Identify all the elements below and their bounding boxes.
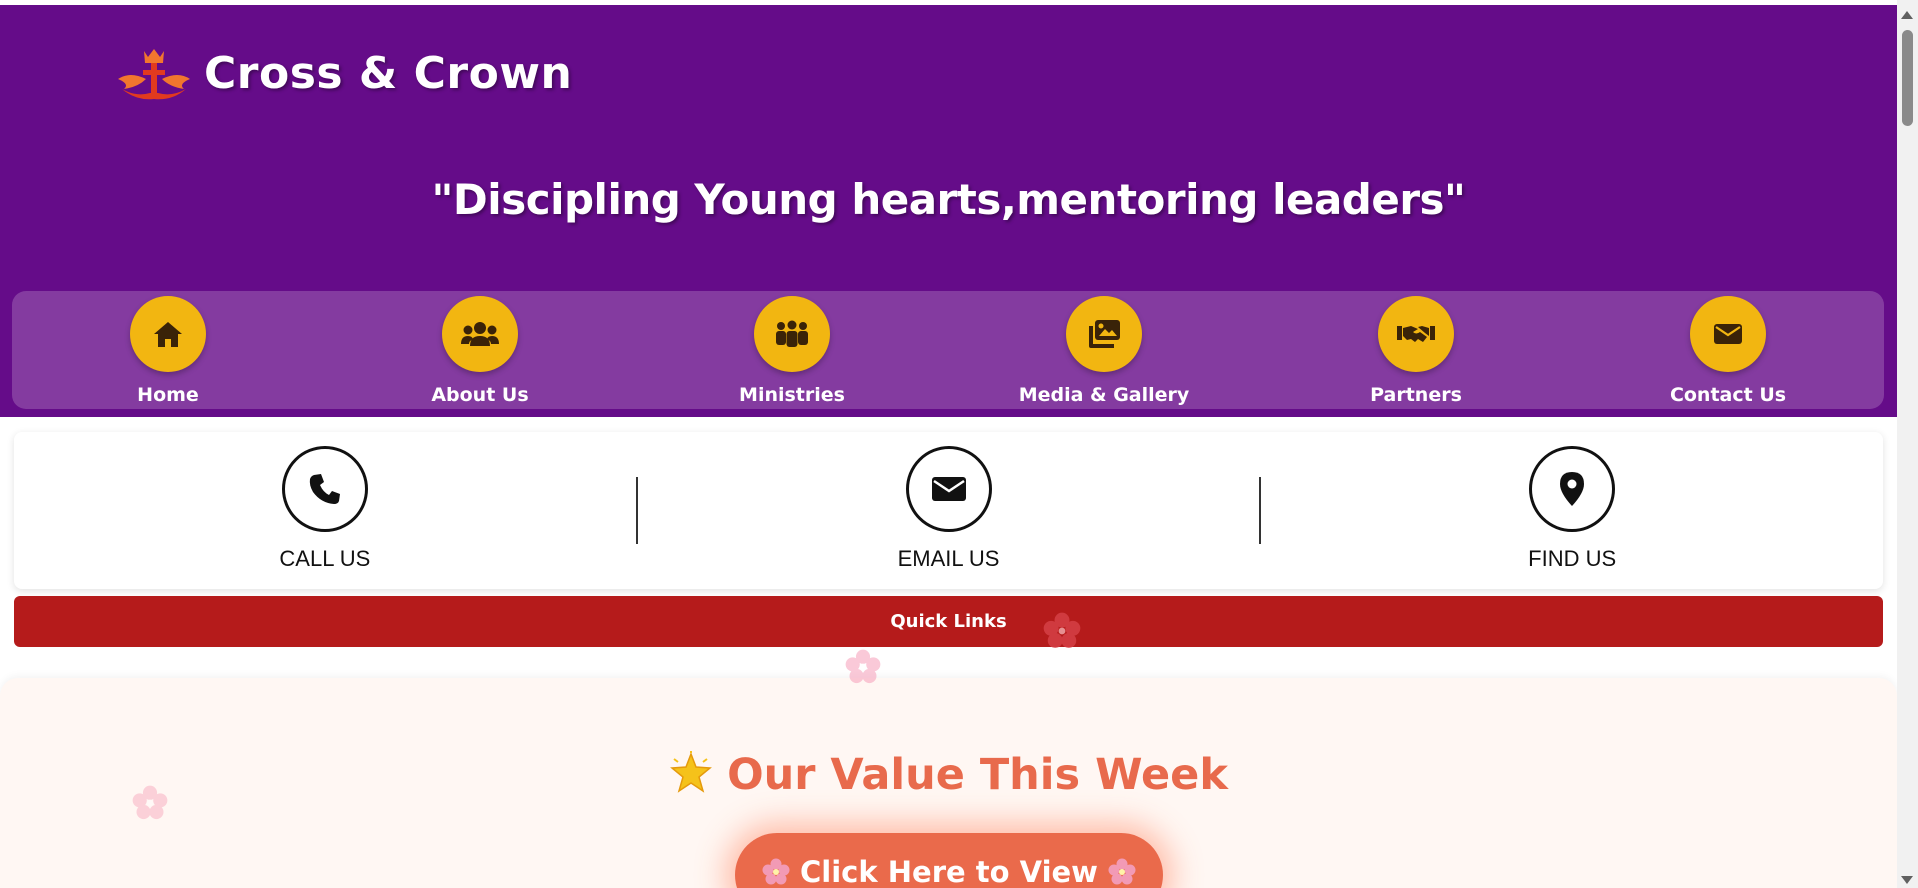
scroll-down-arrow-icon[interactable]	[1901, 876, 1913, 884]
value-title-text: Our Value This Week	[727, 750, 1228, 800]
envelope-icon	[1690, 296, 1766, 372]
glowing-star-icon	[670, 751, 713, 793]
contact-label: FIND US	[1528, 546, 1617, 571]
location-pin-icon	[1529, 446, 1616, 532]
nav-item-ministries[interactable]: Ministries	[672, 291, 912, 406]
site-header: Cross & Crown "Discipling Young hearts,m…	[0, 5, 1897, 417]
contact-label: EMAIL US	[897, 546, 1000, 571]
handshake-icon	[1378, 296, 1454, 372]
nav-item-media-gallery[interactable]: Media & Gallery	[984, 291, 1224, 406]
main-nav: Home About Us Ministries Media & Gallery…	[12, 291, 1884, 409]
click-to-view-label: Click Here to View	[800, 855, 1098, 888]
contact-bar: CALL US EMAIL US FIND US	[14, 432, 1883, 589]
click-to-view-button[interactable]: Click Here to View	[735, 833, 1163, 888]
nav-item-home[interactable]: Home	[48, 291, 288, 406]
nav-label: Partners	[1370, 384, 1462, 406]
tagline: "Discipling Young hearts,mentoring leade…	[431, 175, 1466, 224]
brand[interactable]: Cross & Crown	[116, 45, 572, 101]
scroll-up-arrow-icon[interactable]	[1901, 11, 1913, 19]
falling-petal-icon	[132, 785, 168, 820]
home-icon	[130, 296, 206, 372]
falling-petal-icon	[1043, 612, 1081, 648]
quick-links-button[interactable]: Quick Links	[14, 596, 1883, 647]
users-icon	[442, 296, 518, 372]
contact-find-us[interactable]: FIND US	[1261, 432, 1883, 589]
phone-icon	[281, 446, 368, 532]
falling-petal-icon	[845, 649, 881, 684]
nav-item-partners[interactable]: Partners	[1296, 291, 1536, 406]
contact-label: CALL US	[279, 546, 371, 571]
scrollbar-thumb[interactable]	[1902, 30, 1913, 126]
photo-gallery-icon	[1066, 296, 1142, 372]
page: Cross & Crown "Discipling Young hearts,m…	[0, 0, 1897, 888]
nav-item-about-us[interactable]: About Us	[360, 291, 600, 406]
nav-label: Contact Us	[1669, 384, 1787, 406]
nav-item-contact-us[interactable]: Contact Us	[1608, 291, 1848, 406]
vertical-scrollbar[interactable]	[1897, 0, 1918, 888]
nav-label: About Us	[431, 384, 529, 406]
contact-call-us[interactable]: CALL US	[14, 432, 636, 589]
brand-name: Cross & Crown	[204, 47, 573, 99]
nav-label: Home	[137, 384, 199, 406]
people-group-icon	[754, 296, 830, 372]
value-title: Our Value This Week	[0, 750, 1897, 800]
nav-label: Ministries	[739, 384, 845, 406]
crown-cross-logo-icon	[118, 49, 190, 100]
flower-icon	[1108, 858, 1136, 885]
nav-label: Media & Gallery	[1018, 384, 1190, 406]
flower-icon	[762, 858, 790, 885]
contact-email-us[interactable]: EMAIL US	[638, 432, 1260, 589]
value-of-week-section: Our Value This Week Click Here to View	[0, 678, 1897, 888]
envelope-icon	[905, 446, 992, 532]
